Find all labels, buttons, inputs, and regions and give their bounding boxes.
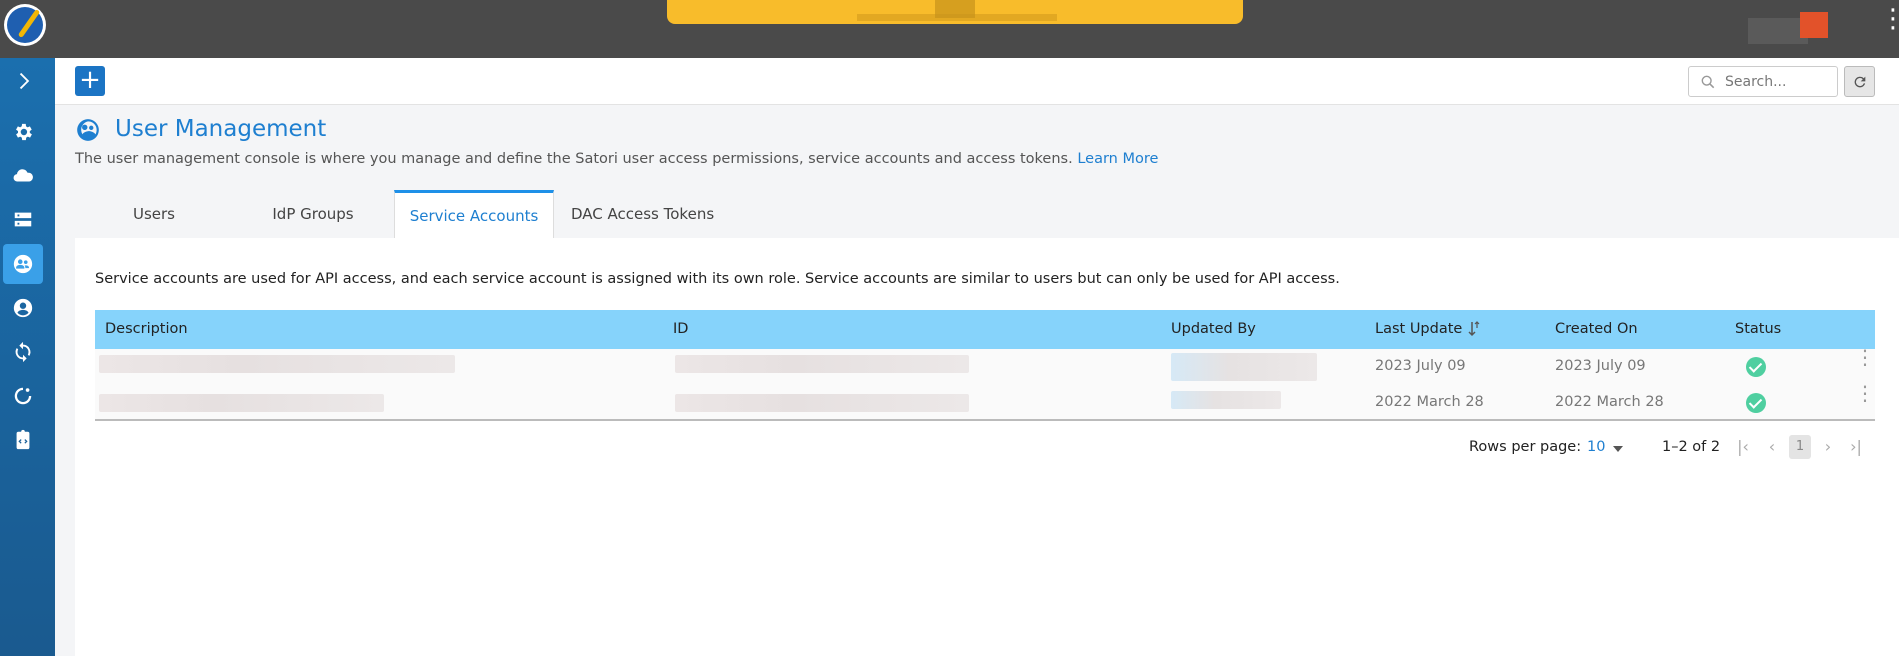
redacted-updated-by [1171, 353, 1317, 381]
table-header: Description ID Updated By Last Update Cr… [95, 310, 1875, 349]
previous-page-icon[interactable]: ‹ [1761, 435, 1783, 459]
sidebar [0, 58, 55, 656]
last-update-cell: 2022 March 28 [1375, 394, 1484, 410]
toolbar: + [55, 58, 1899, 105]
column-updated-by[interactable]: Updated By [1171, 321, 1256, 337]
refresh-button[interactable] [1844, 66, 1875, 97]
row-actions-icon[interactable]: ⋮ [1855, 383, 1875, 415]
sync-icon[interactable] [3, 332, 43, 372]
search-box[interactable] [1688, 66, 1838, 97]
last-page-icon[interactable]: ›| [1845, 435, 1867, 459]
tab-service-accounts[interactable]: Service Accounts [394, 190, 554, 238]
redacted-description [99, 394, 384, 412]
top-bar: ⋮ [0, 0, 1899, 58]
user-profile-icon[interactable] [3, 288, 43, 328]
expand-sidebar-icon[interactable] [3, 61, 43, 101]
learn-more-link[interactable]: Learn More [1077, 151, 1158, 167]
page-description: The user management console is where you… [75, 151, 1158, 167]
column-created-on[interactable]: Created On [1555, 321, 1638, 337]
loading-circle-icon[interactable] [3, 376, 43, 416]
table-row[interactable]: 2022 March 28 2022 March 28 ⋮ [95, 383, 1875, 421]
sort-icon[interactable] [1468, 321, 1480, 337]
redacted-description [99, 355, 455, 373]
panel-description: Service accounts are used for API access… [95, 271, 1340, 287]
next-page-icon[interactable]: › [1817, 435, 1839, 459]
status-active-icon [1746, 393, 1766, 413]
current-page-button[interactable]: 1 [1789, 435, 1811, 459]
column-last-update-label: Last Update [1375, 321, 1463, 337]
tab-idp-groups[interactable]: IdP Groups [233, 190, 393, 238]
status-active-icon [1746, 357, 1766, 377]
pagination: Rows per page: 10 1–2 of 2 |‹ ‹ 1 › ›| [95, 433, 1875, 463]
page-description-text: The user management console is where you… [75, 151, 1073, 167]
more-menu-icon[interactable]: ⋮ [1880, 6, 1899, 44]
pagination-range: 1–2 of 2 [1662, 439, 1721, 455]
refresh-icon [1854, 76, 1865, 87]
column-id[interactable]: ID [673, 321, 688, 337]
redacted-id [675, 355, 969, 373]
column-last-update[interactable]: Last Update [1375, 321, 1480, 337]
column-status[interactable]: Status [1735, 321, 1781, 337]
add-button[interactable]: + [75, 66, 105, 96]
tab-users[interactable]: Users [75, 190, 233, 238]
code-clipboard-icon[interactable] [3, 420, 43, 460]
table-row[interactable]: 2023 July 09 2023 July 09 ⋮ [95, 347, 1875, 385]
redacted-updated-by [1171, 391, 1281, 409]
app-logo[interactable] [4, 4, 46, 46]
user-avatar[interactable] [1748, 12, 1838, 48]
page-title: User Management [115, 116, 327, 142]
created-on-cell: 2023 July 09 [1555, 358, 1646, 374]
datastores-icon[interactable] [3, 200, 43, 240]
redacted-id [675, 394, 969, 412]
row-actions-icon[interactable]: ⋮ [1855, 347, 1875, 379]
environment-banner [667, 0, 1243, 24]
created-on-cell: 2022 March 28 [1555, 394, 1664, 410]
rows-per-page-select[interactable]: 10 [1587, 439, 1605, 455]
column-description[interactable]: Description [105, 321, 188, 337]
cloud-icon[interactable] [3, 156, 43, 196]
search-icon [1701, 75, 1715, 89]
settings-gear-icon[interactable] [3, 112, 43, 152]
first-page-icon[interactable]: |‹ [1732, 435, 1754, 459]
chevron-down-icon[interactable] [1613, 446, 1623, 452]
tab-dac-access-tokens[interactable]: DAC Access Tokens [554, 190, 734, 238]
search-input[interactable] [1725, 72, 1830, 92]
rows-per-page-label: Rows per page: [1469, 439, 1582, 455]
service-accounts-panel: Service accounts are used for API access… [75, 238, 1899, 656]
user-management-icon[interactable] [3, 244, 43, 284]
user-management-icon [77, 119, 99, 141]
last-update-cell: 2023 July 09 [1375, 358, 1466, 374]
